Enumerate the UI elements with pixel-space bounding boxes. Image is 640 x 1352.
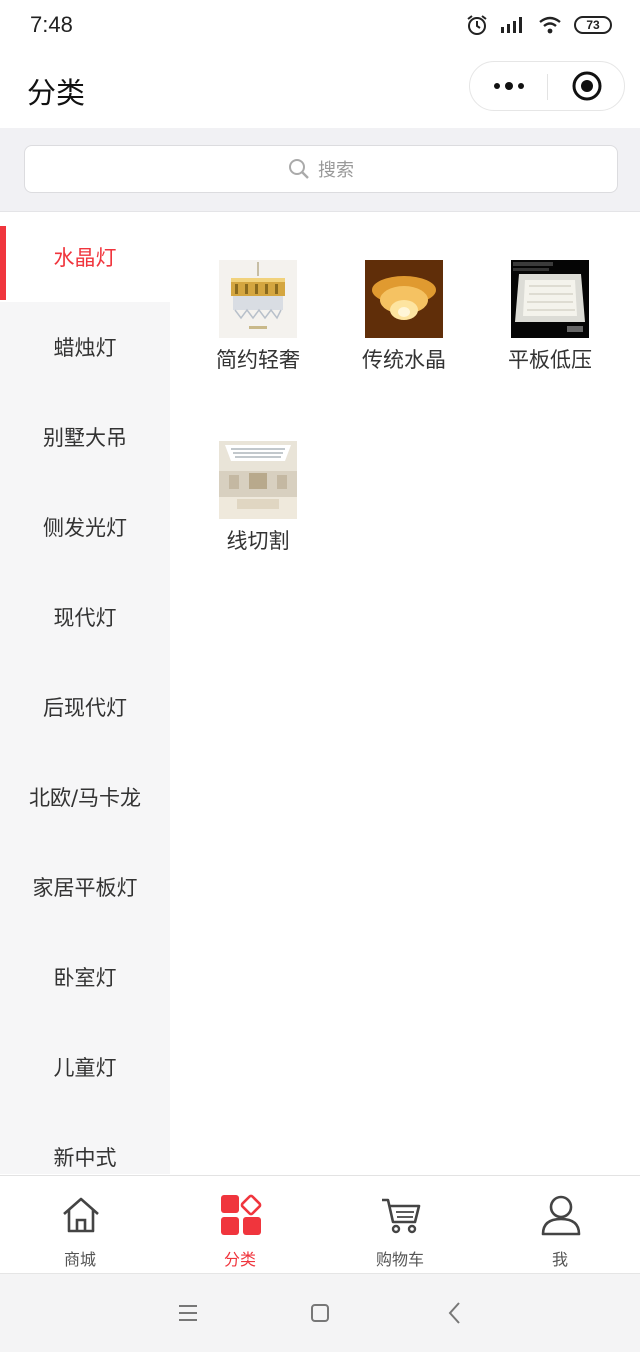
sidebar-item-label: 蜡烛灯 (53, 336, 117, 360)
wire-cut-ceiling-light-thumbnail (219, 441, 297, 519)
search-input[interactable]: 搜索 (24, 145, 618, 193)
sidebar-item-post-modern[interactable]: 后现代灯 (0, 662, 170, 752)
close-button[interactable] (548, 62, 626, 110)
sidebar-item-label: 家居平板灯 (32, 876, 138, 900)
alarm-icon (467, 15, 487, 35)
tab-label: 我 (551, 1250, 568, 1269)
sidebar-item-crystal-light[interactable]: 水晶灯 (0, 212, 170, 302)
wifi-icon (539, 16, 561, 34)
crystal-ceiling-lamp-thumbnail (365, 260, 443, 338)
sidebar-item-home-panel[interactable]: 家居平板灯 (0, 842, 170, 932)
tab-me[interactable]: 我 (480, 1176, 640, 1274)
sidebar-item-side-glow[interactable]: 侧发光灯 (0, 482, 170, 572)
target-close-icon (572, 71, 602, 101)
more-dots-icon (494, 82, 524, 90)
tab-label: 商城 (63, 1250, 96, 1269)
sidebar-item-label: 卧室灯 (53, 966, 117, 990)
sidebar-item-label: 别墅大吊 (43, 426, 127, 450)
subcategory-label: 平板低压 (508, 348, 592, 372)
subcategory-label: 线切割 (226, 529, 290, 553)
subcategory-item[interactable]: 传统水晶 (334, 260, 474, 374)
sidebar-item-modern[interactable]: 现代灯 (0, 572, 170, 662)
flat-panel-light-thumbnail (511, 260, 589, 338)
tab-mall[interactable]: 商城 (0, 1176, 160, 1274)
sidebar-item-label: 水晶灯 (53, 246, 117, 270)
sidebar-item-label: 侧发光灯 (43, 516, 127, 540)
subcategory-label: 简约轻奢 (216, 348, 300, 372)
subcategory-item[interactable]: 简约轻奢 (188, 260, 328, 374)
home-icon (63, 1197, 99, 1233)
sidebar-item-label: 后现代灯 (43, 696, 127, 720)
tab-cart[interactable]: 购物车 (320, 1176, 480, 1274)
sidebar-item-label: 北欧/马卡龙 (28, 786, 142, 810)
menu-icon[interactable] (173, 1298, 203, 1328)
subcategory-item[interactable]: 平板低压 (480, 260, 620, 374)
category-sidebar: 水晶灯 蜡烛灯 别墅大吊 侧发光灯 现代灯 后现代灯 北欧/马卡龙 家居平板灯 … (0, 212, 170, 1174)
sidebar-item-nordic-macaron[interactable]: 北欧/马卡龙 (0, 752, 170, 842)
subcategory-grid: 简约轻奢 传统水晶 平板低压 线切割 (170, 212, 640, 1174)
system-nav-bar (0, 1273, 640, 1352)
signal-icon (501, 17, 522, 33)
sidebar-item-candle-light[interactable]: 蜡烛灯 (0, 302, 170, 392)
sidebar-item-label: 现代灯 (53, 606, 117, 630)
status-icons: 73 (466, 14, 612, 36)
sidebar-item-kids[interactable]: 儿童灯 (0, 1022, 170, 1112)
user-icon (541, 1195, 581, 1236)
gold-crystal-chandelier-thumbnail (219, 260, 297, 338)
sidebar-item-label: 新中式 (53, 1146, 117, 1170)
search-icon (289, 159, 309, 179)
sidebar-item-new-chinese[interactable]: 新中式 (0, 1112, 170, 1174)
status-time: 7:48 (30, 12, 73, 37)
search-placeholder: 搜索 (318, 160, 354, 181)
tab-bar: 商城 分类 购物车 我 (0, 1175, 640, 1274)
subcategory-label: 传统水晶 (362, 348, 446, 372)
battery-indicator: 73 (574, 16, 612, 34)
nav-bar: 分类 (0, 52, 640, 129)
home-square-icon[interactable] (305, 1298, 335, 1328)
tab-category[interactable]: 分类 (160, 1176, 320, 1274)
cart-icon (382, 1198, 421, 1234)
page-title: 分类 (27, 76, 86, 110)
status-bar: 7:48 73 (0, 0, 640, 52)
sidebar-item-bedroom[interactable]: 卧室灯 (0, 932, 170, 1022)
tab-label: 分类 (223, 1250, 256, 1269)
back-icon[interactable] (440, 1298, 470, 1328)
search-area: 搜索 (0, 128, 640, 212)
mini-program-capsule (469, 61, 625, 111)
more-button[interactable] (470, 62, 548, 110)
category-icon (221, 1194, 262, 1235)
tab-label: 购物车 (375, 1250, 424, 1269)
subcategory-item[interactable]: 线切割 (188, 441, 328, 555)
sidebar-item-villa-pendant[interactable]: 别墅大吊 (0, 392, 170, 482)
sidebar-item-label: 儿童灯 (53, 1056, 117, 1080)
